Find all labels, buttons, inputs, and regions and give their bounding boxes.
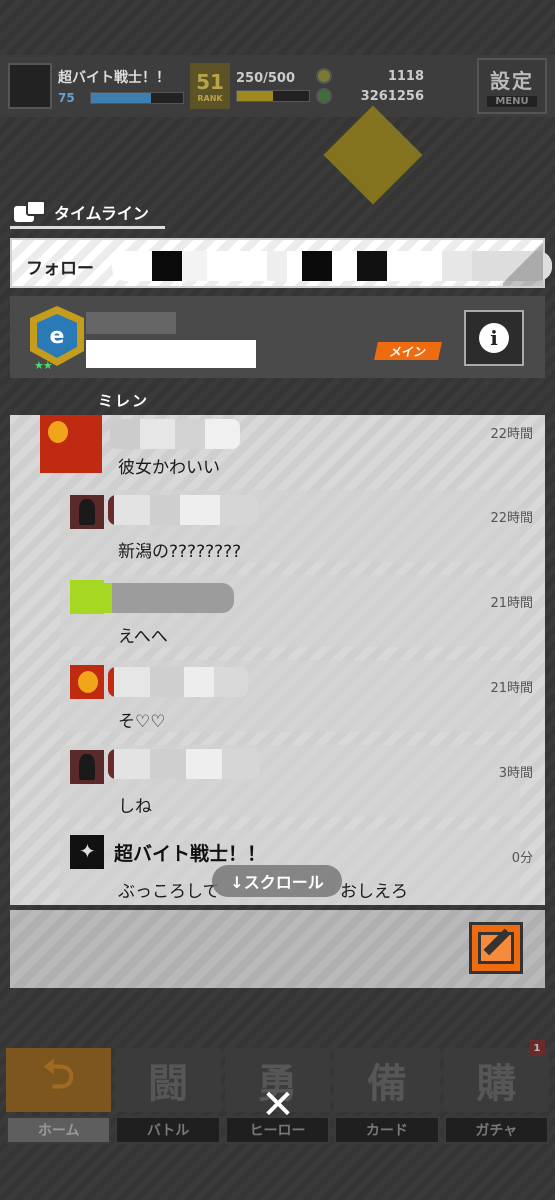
xp-text: 250/500 (236, 70, 296, 86)
post-time: 22時間 (490, 511, 533, 526)
star-rating-icon: ★★ (34, 359, 53, 372)
post-time: 22時間 (490, 427, 533, 442)
post-message-tail: おしえろ (340, 882, 408, 902)
card-icon: 備 (334, 1048, 440, 1112)
robot-avatar[interactable] (70, 835, 104, 869)
nav-label: ガチャ (443, 1116, 550, 1144)
post-time: 21時間 (490, 596, 533, 611)
profile-bar: e ★★ メイン i (10, 296, 545, 378)
post-message: ぶっころして (118, 882, 220, 902)
pencil-icon (478, 932, 514, 964)
status-bar: 超バイト戦士！！ 75 51 RANK 250/500 1118 3261256 … (0, 55, 555, 117)
redacted-name (108, 495, 258, 525)
player-name: 超バイト戦士！！ (58, 70, 170, 86)
guild-emblem-icon: e (30, 306, 84, 366)
ghost-text: ミレン (98, 392, 150, 410)
nav-label: バトル (115, 1116, 221, 1144)
timeline-feed[interactable]: 22時間 彼女かわいい 22時間 新潟の???????? 21時間 えへへ 21… (10, 415, 545, 905)
nav-battle[interactable]: 闘 バトル (115, 1048, 221, 1153)
redacted-name (104, 583, 234, 613)
corner-decoration (503, 240, 543, 286)
settings-menu-button[interactable]: 設定 MENU (477, 58, 547, 114)
timeline-title: タイムライン (54, 204, 149, 223)
title-underline (10, 226, 165, 229)
home-icon: ⮌ (6, 1048, 112, 1112)
post-message: そ♡♡ (118, 712, 166, 732)
follow-label: フォロー (26, 259, 94, 279)
notification-badge: 1 (529, 1040, 546, 1056)
redacted-name (110, 419, 240, 449)
nav-label: ホーム (6, 1116, 112, 1144)
money-count: 3261256 (360, 88, 424, 104)
main-badge: メイン (374, 342, 442, 360)
follow-tab-bar[interactable]: フォロー (10, 238, 552, 288)
gacha-icon: 購 (443, 1048, 550, 1112)
post-time: 0分 (511, 851, 533, 866)
coin-count: 1118 (387, 68, 424, 84)
post-time: 21時間 (490, 681, 533, 696)
nav-home[interactable]: ⮌ ホーム (6, 1048, 112, 1153)
nav-label: カード (334, 1116, 440, 1144)
battle-icon: 闘 (115, 1048, 221, 1112)
redacted-name (108, 667, 248, 697)
nav-gacha[interactable]: 1 購 ガチャ (443, 1040, 550, 1153)
money-icon (316, 88, 332, 104)
chat-bubbles-icon (14, 200, 46, 224)
close-icon[interactable]: ✕ (258, 1085, 298, 1125)
level-bar (90, 92, 184, 104)
info-button[interactable]: i (464, 310, 524, 366)
dark-hood-avatar[interactable] (70, 495, 104, 529)
redacted-profile-name (86, 312, 176, 334)
dark-hood-avatar[interactable] (70, 750, 104, 784)
post-author: 超バイト戦士！！ (114, 843, 267, 865)
info-icon: i (479, 323, 509, 353)
scroll-hint[interactable]: ↓スクロール (212, 865, 342, 897)
timeline-header: タイムライン (14, 200, 149, 224)
red-hero-avatar[interactable] (70, 665, 104, 699)
coin-icon (316, 68, 332, 84)
green-avatar[interactable] (70, 580, 104, 614)
red-hero-avatar[interactable] (40, 415, 102, 473)
xp-bar (236, 89, 310, 102)
player-avatar[interactable] (8, 63, 52, 109)
post-message: しね (118, 797, 152, 817)
redacted-profile-id (86, 340, 256, 368)
rank-badge: 51 RANK (190, 63, 230, 109)
nav-card[interactable]: 備 カード (334, 1048, 440, 1153)
compose-post-button[interactable] (469, 922, 523, 974)
post-time: 3時間 (498, 766, 533, 781)
post-message: 新潟の???????? (118, 542, 242, 562)
compose-bar (10, 910, 545, 988)
redacted-name (108, 749, 260, 779)
post-message: 彼女かわいい (118, 458, 220, 478)
redacted-follow-names (112, 251, 552, 281)
post-message: えへへ (118, 627, 168, 647)
player-level: 75 (58, 91, 75, 105)
